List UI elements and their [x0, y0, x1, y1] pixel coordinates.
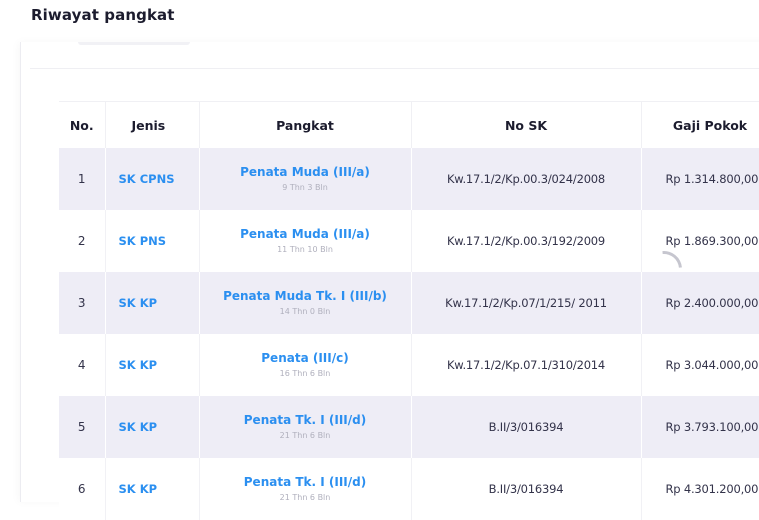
header-no-sk: No SK — [411, 101, 642, 148]
header-no: No. — [59, 101, 106, 148]
pangkat-link[interactable]: Penata Muda (III/a) — [201, 165, 410, 180]
table-row: 5 SK KP Penata Tk. I (III/d) 21 Thn 6 Bl… — [59, 396, 759, 458]
cell-no: 1 — [59, 148, 106, 210]
cell-pangkat: Penata (III/c) 16 Thn 6 Bln — [199, 334, 412, 396]
cell-jenis-link[interactable]: SK KP — [105, 334, 200, 396]
cell-no: 3 — [59, 272, 106, 334]
table-header-row: No. Jenis Pangkat No SK Gaji Pokok — [59, 101, 759, 148]
pangkat-duration: 11 Thn 10 Bln — [277, 244, 333, 254]
pangkat-link[interactable]: Penata Muda Tk. I (III/b) — [201, 289, 410, 304]
pangkat-link[interactable]: Penata Muda (III/a) — [201, 227, 410, 242]
cell-no-sk: Kw.17.1/2/Kp.07.1/310/2014 — [411, 334, 642, 396]
header-jenis: Jenis — [105, 101, 200, 148]
cell-no-sk: B.II/3/016394 — [411, 458, 642, 520]
card-divider — [30, 68, 759, 69]
pangkat-duration: 16 Thn 6 Bln — [279, 368, 331, 378]
cell-no-sk: B.II/3/016394 — [411, 396, 642, 458]
table-row: 1 SK CPNS Penata Muda (III/a) 9 Thn 3 Bl… — [59, 148, 759, 210]
cell-no: 6 — [59, 458, 106, 520]
pangkat-duration: 21 Thn 6 Bln — [279, 492, 331, 502]
cell-no: 2 — [59, 210, 106, 272]
cell-gaji-pokok: Rp 4.301.200,00 — [641, 458, 759, 520]
cell-pangkat: Penata Tk. I (III/d) 21 Thn 6 Bln — [199, 396, 412, 458]
top-tab-hint — [78, 42, 190, 45]
page-title: Riwayat pangkat — [31, 6, 175, 24]
cell-jenis-link[interactable]: SK KP — [105, 458, 200, 520]
cell-jenis-link[interactable]: SK CPNS — [105, 148, 200, 210]
pangkat-duration: 21 Thn 6 Bln — [279, 430, 331, 440]
cell-gaji-pokok: Rp 1.314.800,00 — [641, 148, 759, 210]
table-row: 4 SK KP Penata (III/c) 16 Thn 6 Bln Kw.1… — [59, 334, 759, 396]
pangkat-link[interactable]: Penata (III/c) — [201, 351, 410, 366]
cell-no-sk: Kw.17.1/2/Kp.00.3/024/2008 — [411, 148, 642, 210]
rank-history-table-wrapper: No. Jenis Pangkat No SK Gaji Pokok 1 SK … — [59, 101, 759, 520]
header-pangkat: Pangkat — [199, 101, 412, 148]
cell-jenis-link[interactable]: SK KP — [105, 272, 200, 334]
table-row: 6 SK KP Penata Tk. I (III/d) 21 Thn 6 Bl… — [59, 458, 759, 520]
cell-pangkat: Penata Tk. I (III/d) 21 Thn 6 Bln — [199, 458, 412, 520]
cell-pangkat: Penata Muda (III/a) 9 Thn 3 Bln — [199, 148, 412, 210]
cell-no: 4 — [59, 334, 106, 396]
pangkat-duration: 14 Thn 0 Bln — [279, 306, 331, 316]
cell-no-sk: Kw.17.1/2/Kp.07/1/215/ 2011 — [411, 272, 642, 334]
pangkat-link[interactable]: Penata Tk. I (III/d) — [201, 475, 410, 490]
cell-no-sk: Kw.17.1/2/Kp.00.3/192/2009 — [411, 210, 642, 272]
rank-history-table: No. Jenis Pangkat No SK Gaji Pokok 1 SK … — [59, 101, 759, 520]
pangkat-duration: 9 Thn 3 Bln — [282, 182, 328, 192]
cell-jenis-link[interactable]: SK KP — [105, 396, 200, 458]
cell-pangkat: Penata Muda (III/a) 11 Thn 10 Bln — [199, 210, 412, 272]
header-gaji-pokok: Gaji Pokok — [641, 101, 759, 148]
cell-gaji-pokok: Rp 3.044.000,00 — [641, 334, 759, 396]
pangkat-link[interactable]: Penata Tk. I (III/d) — [201, 413, 410, 428]
cell-pangkat: Penata Muda Tk. I (III/b) 14 Thn 0 Bln — [199, 272, 412, 334]
cell-no: 5 — [59, 396, 106, 458]
cell-jenis-link[interactable]: SK PNS — [105, 210, 200, 272]
cell-gaji-pokok: Rp 3.793.100,00 — [641, 396, 759, 458]
